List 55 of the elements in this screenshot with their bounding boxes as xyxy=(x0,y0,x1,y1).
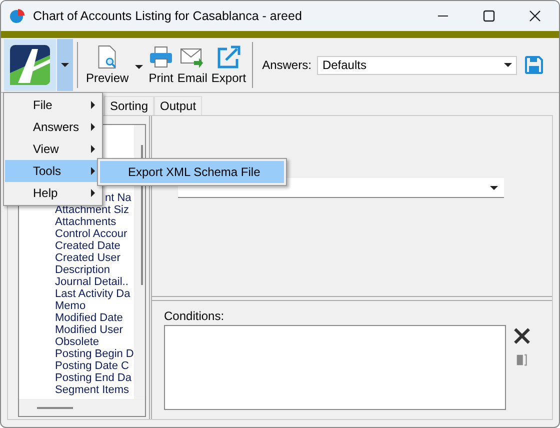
delete-icon[interactable] xyxy=(514,328,530,344)
field-list-item[interactable]: Obsolete xyxy=(55,336,100,348)
submenu-arrow-icon xyxy=(91,189,95,197)
answers-dropdown[interactable]: Defaults xyxy=(317,56,518,74)
conditions-field[interactable] xyxy=(164,325,506,410)
export-icon xyxy=(216,45,241,69)
export-button[interactable]: Export xyxy=(209,41,248,89)
field-list-item[interactable]: Posting End Da xyxy=(55,372,132,384)
tab[interactable]: Output xyxy=(154,96,202,115)
menu-item[interactable]: View xyxy=(5,138,101,160)
email-button[interactable]: Email xyxy=(175,41,210,89)
close-icon[interactable] xyxy=(529,10,541,22)
field-list-item[interactable]: Created User xyxy=(55,252,120,264)
app-menu-button[interactable] xyxy=(4,39,56,91)
field-list-item[interactable]: Description xyxy=(55,264,110,276)
field-list-item[interactable]: Memo xyxy=(55,300,86,312)
tab[interactable]: Sorting xyxy=(104,96,154,115)
caret-icon xyxy=(490,186,498,190)
maximize-icon[interactable] xyxy=(483,10,495,22)
column-icon[interactable] xyxy=(516,354,528,366)
field-list-item[interactable]: Control Accour xyxy=(55,228,128,240)
field-list-item[interactable]: Modified User xyxy=(55,324,123,336)
save-icon[interactable] xyxy=(525,56,544,74)
submenu-arrow-icon xyxy=(91,167,95,175)
caret-icon xyxy=(504,63,512,67)
menu-item[interactable]: Answers xyxy=(5,116,101,138)
menu-item[interactable]: File xyxy=(5,94,101,116)
print-button[interactable]: Print xyxy=(146,41,176,89)
field-list-item[interactable]: Posting Date C xyxy=(55,360,129,372)
field-list-item[interactable]: Journal Detail.. xyxy=(55,276,128,288)
field-list-item[interactable]: Last Activity Da xyxy=(55,288,130,300)
field-list-item[interactable]: Posting Begin D xyxy=(55,348,134,360)
submenu-arrow-icon xyxy=(91,101,95,109)
document-search-icon xyxy=(96,45,118,69)
answers-label: Answers: xyxy=(262,58,312,72)
caret-icon xyxy=(134,65,143,69)
preview-button[interactable]: Preview xyxy=(84,41,131,89)
field-list-item[interactable]: Attachments xyxy=(55,216,116,228)
splitter[interactable] xyxy=(152,296,552,301)
logo-icon xyxy=(10,45,50,85)
pie-chart-icon xyxy=(9,8,25,24)
horizontal-scrollbar[interactable] xyxy=(19,399,145,416)
field-list-item[interactable]: Segment Items xyxy=(55,384,129,396)
printer-icon xyxy=(149,45,174,69)
field-list-item[interactable]: Attachment Siz xyxy=(55,204,129,216)
menu-item[interactable]: Export XML Schema File xyxy=(100,161,284,183)
field-list-item[interactable]: Modified Date xyxy=(55,312,123,324)
window-title: Chart of Accounts Listing for Casablanca - areed xyxy=(33,9,302,23)
submenu-arrow-icon xyxy=(91,145,95,153)
caret-icon xyxy=(61,63,69,67)
field-list-item[interactable]: nt Na xyxy=(105,192,132,204)
submenu-arrow-icon xyxy=(91,123,95,131)
conditions-label: Conditions: xyxy=(164,309,226,323)
field-list-item[interactable]: Created Date xyxy=(55,240,120,252)
menu-item[interactable]: Help xyxy=(5,182,101,204)
